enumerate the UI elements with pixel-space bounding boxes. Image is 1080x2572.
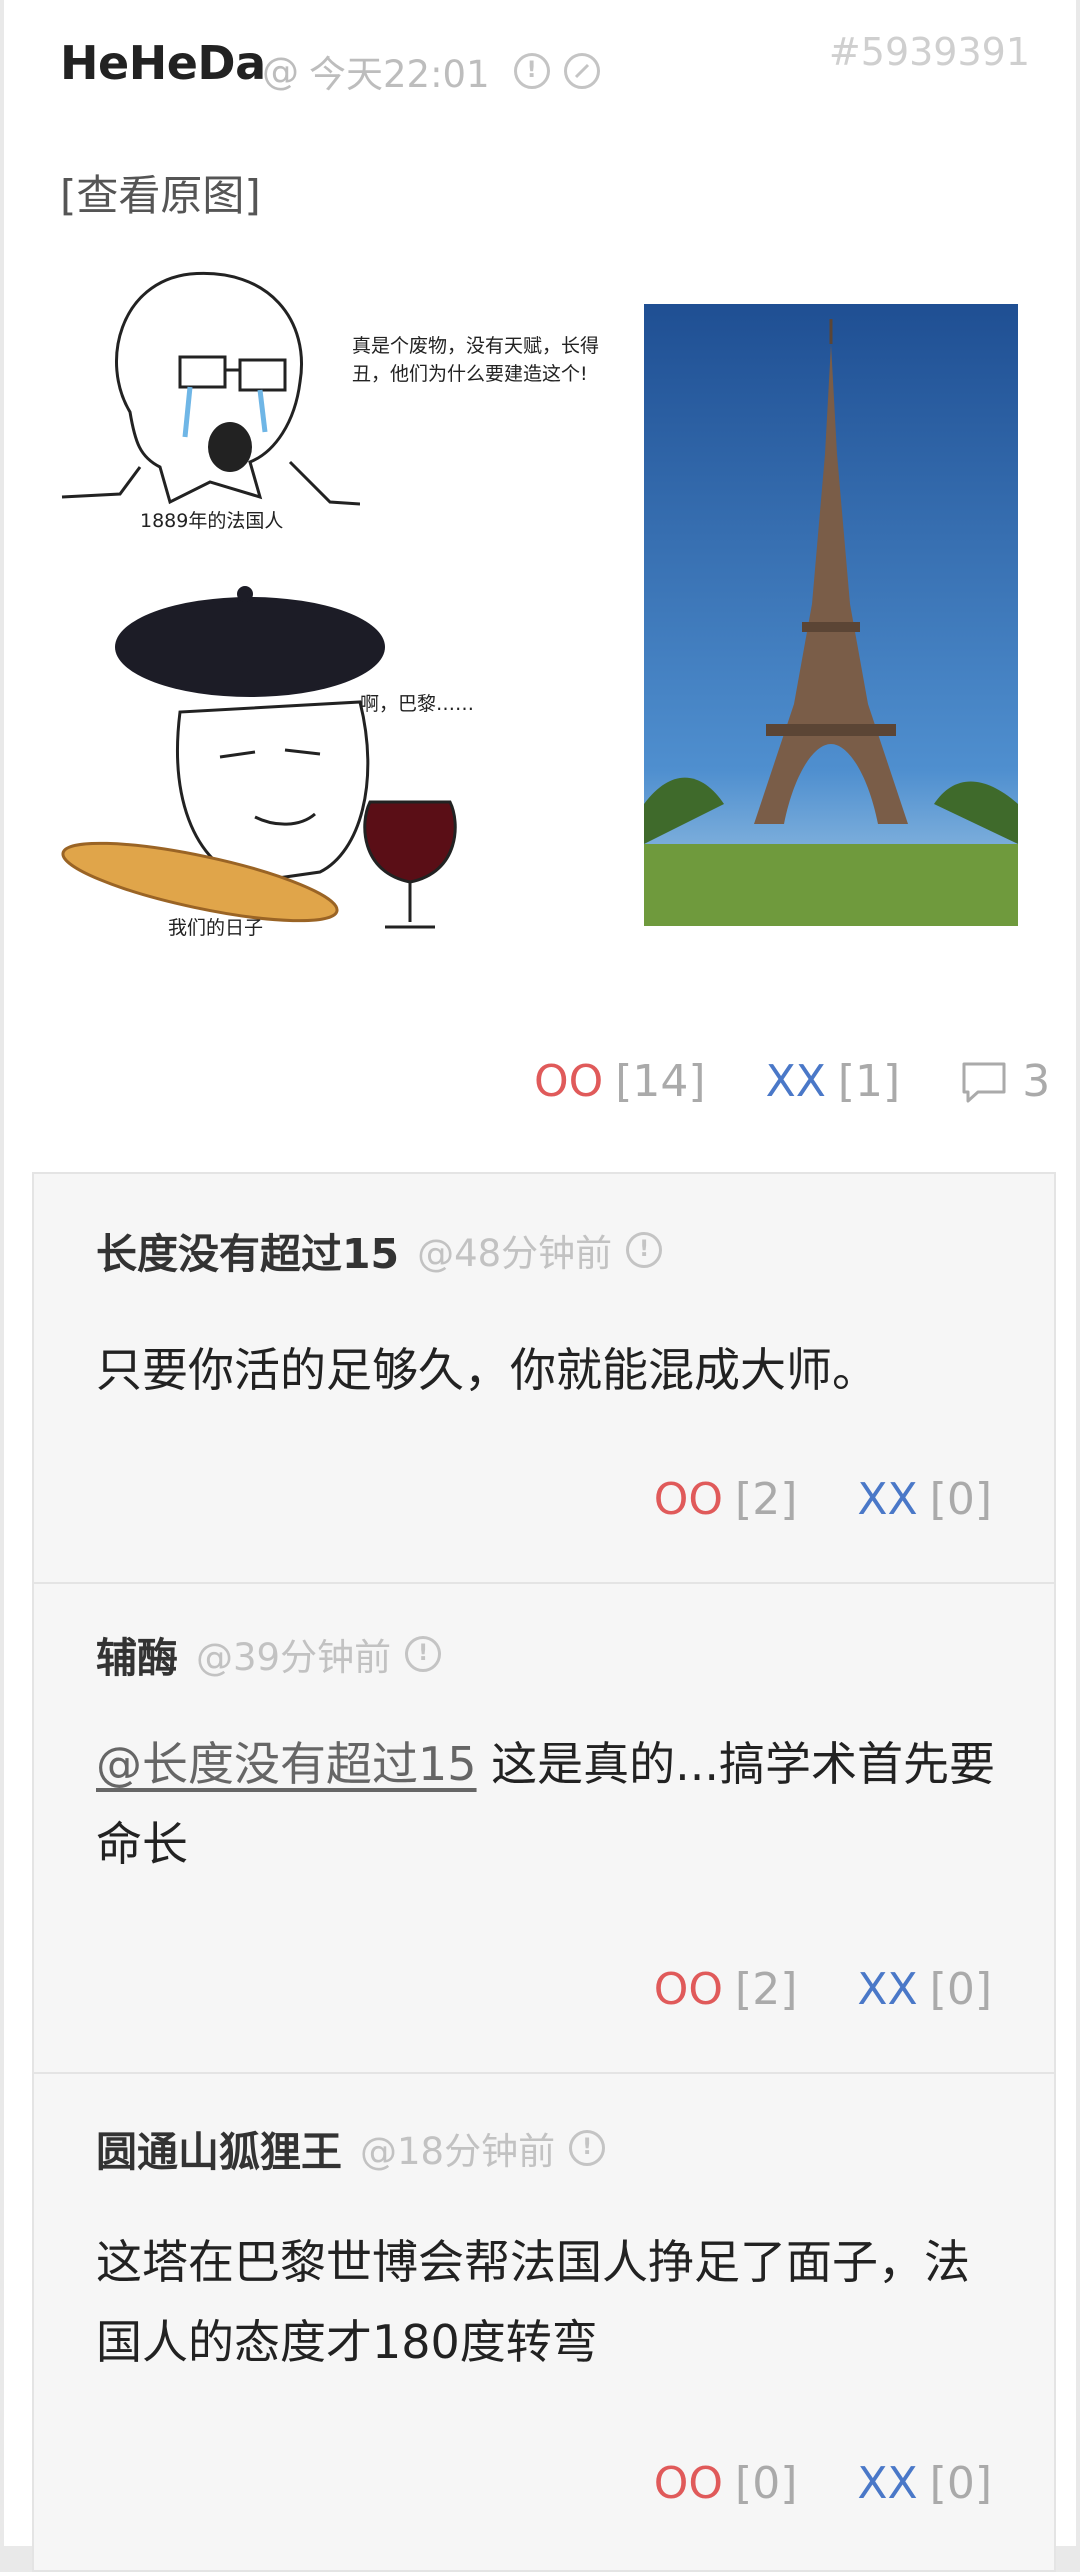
oo-button[interactable]: OO <box>654 1964 723 2015</box>
eiffel-tower-photo <box>644 304 1018 926</box>
xx-count: [0] <box>929 1964 992 2015</box>
comment-body: @长度没有超过15 这是真的...搞学术首先要命长 <box>96 1724 996 1884</box>
post-page: HeHeDa @ 今天22:01 ! #5939391 [查看原图] 真是个废物… <box>4 0 1076 2572</box>
xx-count: [0] <box>929 2458 992 2509</box>
meme-bottom-caption: 我们的日子 <box>168 917 264 939</box>
comment-header: 辅酶 @39分钟前 ! <box>96 1624 442 1684</box>
report-icon[interactable]: ! <box>513 53 550 89</box>
oo-count: [2] <box>735 1474 798 1525</box>
comment-time: @18分钟前 <box>360 2130 556 2173</box>
xx-button[interactable]: XX <box>857 1964 917 2015</box>
post-image[interactable]: 真是个废物，没有天赋，长得丑，他们为什么要建造这个! 1889年的法国人 啊，巴… <box>60 262 1020 980</box>
comment-bubble-icon <box>962 1062 1006 1102</box>
comment-author[interactable]: 长度没有超过15 <box>96 1220 399 1280</box>
oo-button[interactable]: OO <box>534 1056 603 1107</box>
xx-count: [0] <box>929 1474 992 1525</box>
report-icon[interactable]: ! <box>405 1636 442 1672</box>
crying-wojak-panel: 真是个废物，没有天赋，长得丑，他们为什么要建造这个! 1889年的法国人 <box>60 262 620 562</box>
post-author[interactable]: HeHeDa <box>60 36 266 90</box>
comment-vote-row: OO [2] XX [0] <box>654 1964 992 2015</box>
comment-item: 长度没有超过15 @48分钟前 ! 只要你活的足够久，你就能混成大师。 OO [… <box>34 1174 1054 1584</box>
comment-author[interactable]: 辅酶 <box>96 1624 178 1684</box>
report-icon[interactable]: ! <box>569 2130 606 2166</box>
comment-item: 圆通山狐狸王 @18分钟前 ! 这塔在巴黎世博会帮法国人挣足了面子，法国人的态度… <box>34 2074 1054 2554</box>
meme-bottom-text: 啊，巴黎…… <box>360 693 475 715</box>
oo-button[interactable]: OO <box>654 1474 723 1525</box>
comment-item: 辅酶 @39分钟前 ! @长度没有超过15 这是真的...搞学术首先要命长 OO… <box>34 1584 1054 2074</box>
comment-time: @48分钟前 <box>417 1232 613 1275</box>
beret-wojak-panel: 啊，巴黎…… 我们的日子 <box>60 582 620 972</box>
comment-author[interactable]: 圆通山狐狸王 <box>96 2118 342 2178</box>
view-original-link[interactable]: [查看原图] <box>60 162 261 223</box>
oo-count: [2] <box>735 1964 798 2015</box>
comment-header: 圆通山狐狸王 @18分钟前 ! <box>96 2118 606 2178</box>
report-icon[interactable]: ! <box>626 1232 663 1268</box>
post-meta: @ 今天22:01 ! <box>262 44 600 98</box>
block-icon[interactable] <box>563 53 600 89</box>
comment-body: 只要你活的足够久，你就能混成大师。 <box>96 1330 996 1410</box>
xx-count: [1] <box>837 1056 901 1107</box>
comment-list: 长度没有超过15 @48分钟前 ! 只要你活的足够久，你就能混成大师。 OO [… <box>32 1172 1056 2572</box>
comment-text: 只要你活的足够久，你就能混成大师。 <box>96 1343 878 1397</box>
comments-toggle[interactable]: 3 <box>960 1056 1050 1107</box>
oo-button[interactable]: OO <box>654 2458 723 2509</box>
comment-count: 3 <box>1022 1056 1051 1107</box>
mention-link[interactable]: @长度没有超过15 <box>96 1737 477 1791</box>
comment-header: 长度没有超过15 @48分钟前 ! <box>96 1220 663 1280</box>
meme-top-text: 真是个废物，没有天赋，长得丑，他们为什么要建造这个! <box>352 335 600 385</box>
post-header: HeHeDa @ 今天22:01 ! #5939391 <box>60 30 1030 100</box>
comment-vote-row: OO [2] XX [0] <box>654 1474 992 1525</box>
meme-top-caption: 1889年的法国人 <box>140 510 284 532</box>
xx-button[interactable]: XX <box>857 1474 917 1525</box>
comment-time: @39分钟前 <box>196 1636 392 1679</box>
comment-text: 这塔在巴黎世博会帮法国人挣足了面子，法国人的态度才180度转弯 <box>96 2235 970 2369</box>
at-sign: @ <box>262 49 299 93</box>
oo-count: [14] <box>615 1056 706 1107</box>
comment-vote-row: OO [0] XX [0] <box>654 2458 992 2509</box>
post-time: 今天22:01 <box>309 53 490 96</box>
post-id[interactable]: #5939391 <box>829 30 1030 74</box>
post-vote-row: OO [14] XX [1] 3 <box>534 1056 1050 1107</box>
xx-button[interactable]: XX <box>857 2458 917 2509</box>
oo-count: [0] <box>735 2458 798 2509</box>
xx-button[interactable]: XX <box>766 1056 826 1107</box>
comment-body: 这塔在巴黎世博会帮法国人挣足了面子，法国人的态度才180度转弯 <box>96 2222 996 2382</box>
